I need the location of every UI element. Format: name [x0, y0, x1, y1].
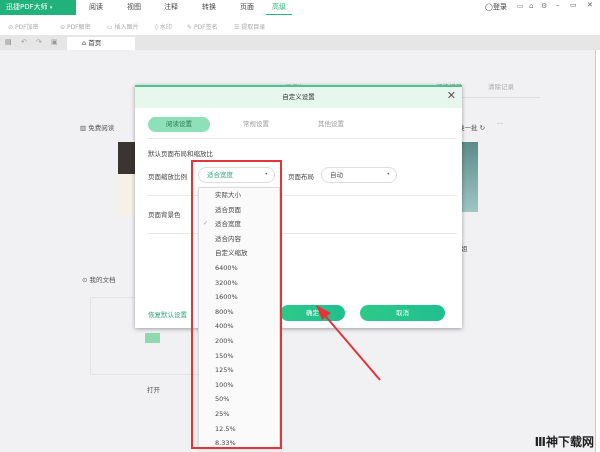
arrow-shaft	[321, 311, 381, 381]
annotation-arrow	[316, 305, 381, 381]
watermark-logo: Ⅲ神下载网	[534, 435, 594, 449]
arrow-head	[316, 305, 331, 320]
